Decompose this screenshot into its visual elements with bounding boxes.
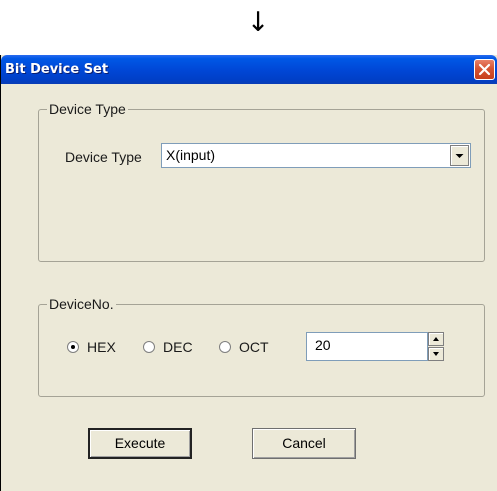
spin-down-icon — [433, 352, 439, 356]
oct-radio[interactable] — [219, 341, 231, 353]
oct-radio-label[interactable]: OCT — [239, 339, 269, 355]
title-bar[interactable]: Bit Device Set — [1, 55, 497, 84]
hex-radio-label[interactable]: HEX — [87, 339, 116, 355]
window-title: Bit Device Set — [5, 62, 109, 77]
spin-up-icon — [433, 337, 439, 341]
device-no-value: 20 — [315, 337, 331, 353]
close-button[interactable] — [474, 59, 495, 80]
radio-selected-dot — [71, 345, 75, 349]
device-no-input[interactable]: 20 — [306, 332, 428, 361]
device-type-dropdown-button[interactable] — [450, 145, 469, 166]
cancel-button[interactable]: Cancel — [252, 428, 356, 459]
device-type-selected-value: X(input) — [166, 147, 216, 163]
chevron-down-icon — [455, 154, 464, 158]
device-type-label: Device Type — [65, 149, 142, 165]
dec-radio-label[interactable]: DEC — [163, 339, 193, 355]
dec-radio[interactable] — [143, 341, 155, 353]
spin-down-button[interactable] — [428, 347, 444, 361]
hex-radio[interactable] — [67, 341, 79, 353]
device-type-select[interactable]: X(input) — [161, 143, 471, 168]
device-type-group-legend: Device Type — [47, 101, 128, 117]
device-type-group: Device Type — [38, 101, 485, 262]
device-no-group-legend: DeviceNo. — [47, 296, 116, 312]
bit-device-set-dialog: Bit Device Set Device Type Device Type X… — [0, 55, 497, 491]
close-icon — [478, 63, 491, 76]
spin-up-button[interactable] — [428, 332, 444, 346]
device-no-spinner — [428, 332, 444, 361]
execute-button[interactable]: Execute — [88, 428, 192, 459]
annotation-arrow: ↓ — [246, 7, 270, 38]
